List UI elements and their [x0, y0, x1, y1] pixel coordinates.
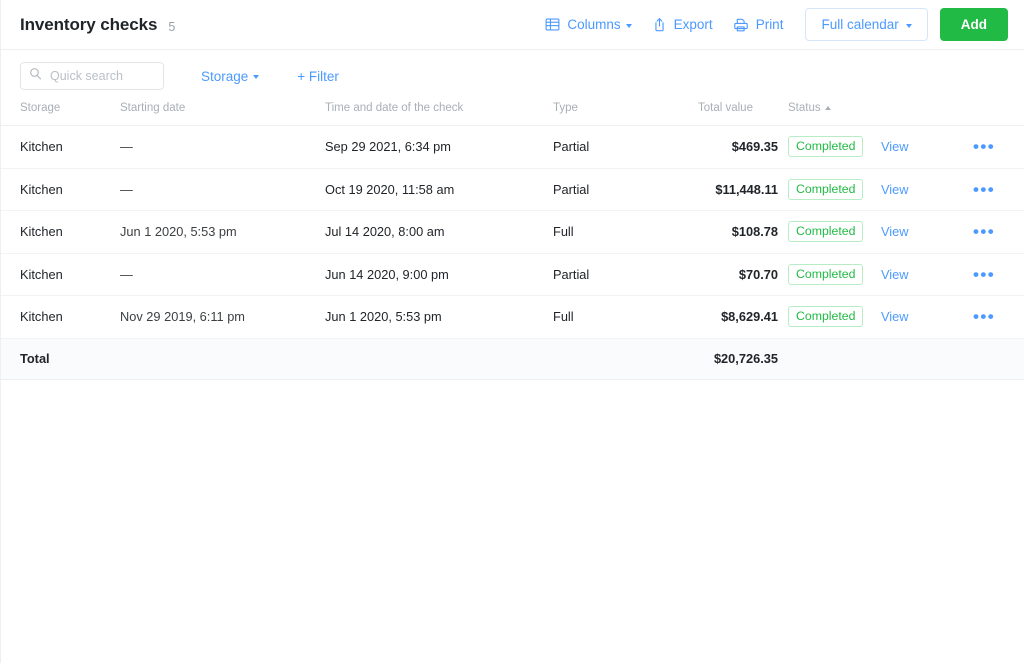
cell-total-value: $70.70: [738, 266, 778, 282]
cell-type: Full: [553, 210, 698, 254]
cell-storage: Kitchen: [1, 210, 120, 254]
ellipsis-icon[interactable]: •••: [973, 223, 995, 240]
column-header-type[interactable]: Type: [553, 102, 698, 126]
cell-check-datetime: Sep 29 2021, 6:34 pm: [325, 125, 553, 169]
storage-filter-label: Storage: [201, 68, 249, 84]
cell-starting-date: Jun 1 2020, 5:53 pm: [120, 224, 237, 240]
table-head: Storage Starting date Time and date of t…: [1, 102, 1024, 126]
table-header-row: Storage Starting date Time and date of t…: [1, 102, 1024, 126]
table-row[interactable]: Kitchen Nov 29 2019, 6:11 pm Jun 1 2020, 5…: [1, 295, 1024, 339]
page-header: Inventory checks 5 Columns Export Print …: [1, 0, 1024, 50]
chevron-down-icon: [905, 23, 912, 28]
inventory-checks-page: Inventory checks 5 Columns Export Print …: [0, 0, 1024, 663]
print-button[interactable]: Print: [723, 11, 794, 39]
status-badge: Completed: [788, 178, 864, 200]
table-body: Kitchen — Sep 29 2021, 6:34 pm Partial $469.…: [1, 125, 1024, 380]
add-button[interactable]: Add: [939, 8, 1008, 41]
cell-total-value: $11,448.11: [715, 181, 778, 197]
column-header-starting-date[interactable]: Starting date: [120, 102, 325, 126]
cell-starting-date: Nov 29 2019, 6:11 pm: [120, 309, 245, 325]
cell-total-value: $108.78: [731, 224, 778, 240]
cell-type: Partial: [553, 125, 698, 169]
cell-type: Full: [553, 295, 698, 339]
chevron-down-icon: [625, 23, 632, 28]
cell-total-value: $469.35: [731, 139, 778, 155]
view-link[interactable]: View: [881, 224, 909, 239]
table-row[interactable]: Kitchen — Oct 19 2020, 11:58 am Partial $11,…: [1, 168, 1024, 211]
record-count: 5: [168, 19, 176, 34]
cell-check-datetime: Jul 14 2020, 8:00 am: [325, 210, 553, 254]
column-header-menu: [973, 102, 1024, 126]
storage-filter-button[interactable]: Storage: [195, 68, 265, 85]
table-row[interactable]: Kitchen Jun 1 2020, 5:53 pm Jul 14 2020, 8…: [1, 210, 1024, 254]
cell-storage: Kitchen: [1, 168, 120, 211]
view-link[interactable]: View: [881, 267, 909, 282]
ellipsis-icon[interactable]: •••: [973, 181, 995, 198]
sort-ascending-icon: [824, 106, 831, 110]
column-header-total-value[interactable]: Total value: [698, 102, 778, 126]
cell-storage: Kitchen: [1, 125, 120, 169]
search-icon: [29, 67, 42, 85]
export-label: Export: [673, 17, 713, 32]
column-header-status-label: Status: [788, 102, 821, 114]
total-value: $20,726.35: [713, 351, 778, 366]
ellipsis-icon[interactable]: •••: [973, 266, 995, 283]
table-row[interactable]: Kitchen — Jun 14 2020, 9:00 pm Partial $70.7…: [1, 253, 1024, 296]
page-title: Inventory checks: [20, 14, 158, 34]
cell-storage: Kitchen: [1, 253, 120, 296]
print-label: Print: [755, 17, 784, 32]
cell-starting-date: —: [120, 266, 133, 282]
table-total-row: Total $20,726.35: [1, 338, 1024, 380]
columns-button[interactable]: Columns: [535, 11, 641, 38]
chevron-down-icon: [253, 75, 260, 79]
cell-storage: Kitchen: [1, 295, 120, 339]
cell-total-value: $8,629.41: [721, 309, 778, 325]
status-badge: Completed: [788, 136, 864, 158]
export-button[interactable]: Export: [642, 11, 723, 39]
view-link[interactable]: View: [881, 309, 909, 324]
full-calendar-button[interactable]: Full calendar: [805, 8, 928, 41]
cell-type: Partial: [553, 168, 698, 211]
column-header-status[interactable]: Status: [778, 102, 881, 126]
table-grid-icon: [545, 17, 560, 32]
full-calendar-label: Full calendar: [821, 17, 899, 32]
search-container: [20, 62, 164, 90]
column-header-storage[interactable]: Storage: [1, 102, 120, 126]
cell-check-datetime: Jun 1 2020, 5:53 pm: [325, 295, 553, 339]
cell-starting-date: —: [120, 139, 133, 155]
ellipsis-icon[interactable]: •••: [973, 138, 995, 155]
cell-check-datetime: Jun 14 2020, 9:00 pm: [325, 253, 553, 296]
table-row[interactable]: Kitchen — Sep 29 2021, 6:34 pm Partial $469.…: [1, 125, 1024, 169]
inventory-checks-table: Storage Starting date Time and date of t…: [1, 102, 1024, 380]
total-label: Total: [20, 351, 50, 366]
column-header-actions: [881, 102, 973, 126]
filter-bar: Storage + Filter: [1, 50, 1024, 102]
columns-label: Columns: [567, 17, 621, 32]
ellipsis-icon[interactable]: •••: [973, 308, 995, 325]
cell-starting-date: —: [120, 181, 133, 197]
printer-icon: [733, 17, 749, 33]
status-badge: Completed: [788, 306, 864, 328]
view-link[interactable]: View: [881, 139, 909, 154]
view-link[interactable]: View: [881, 182, 909, 197]
cell-type: Partial: [553, 253, 698, 296]
header-actions: Columns Export Print Full calendar Add: [535, 8, 1008, 41]
cell-check-datetime: Oct 19 2020, 11:58 am: [325, 168, 553, 211]
add-filter-button[interactable]: + Filter: [291, 68, 345, 85]
column-header-check-datetime[interactable]: Time and date of the check: [325, 102, 553, 126]
status-badge: Completed: [788, 221, 864, 243]
status-badge: Completed: [788, 263, 864, 285]
upload-arrow-icon: [652, 17, 667, 33]
